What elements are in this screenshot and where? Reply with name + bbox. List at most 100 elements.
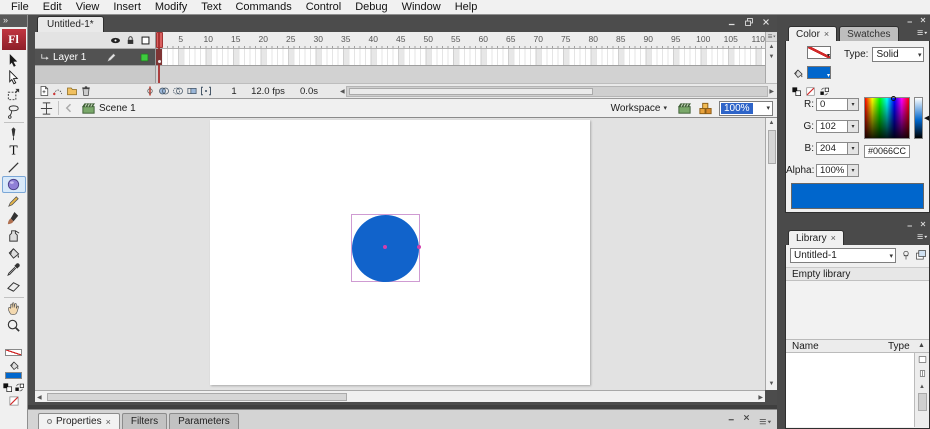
channel-value-field[interactable]: 204 (816, 141, 848, 155)
zoom-tool[interactable] (2, 317, 26, 334)
text-tool[interactable]: T (2, 142, 26, 159)
swap-colors-button[interactable] (14, 382, 25, 393)
tab-library[interactable]: Library × (788, 230, 844, 245)
channel-stepper-icon[interactable]: ▾ (848, 141, 859, 155)
edit-multiple-frames-icon[interactable] (186, 85, 198, 97)
menu-debug[interactable]: Debug (348, 1, 394, 13)
sort-order-icon[interactable]: ▲ (918, 342, 925, 349)
tab-close-icon[interactable]: × (824, 29, 829, 39)
delete-layer-icon[interactable] (80, 85, 92, 97)
insert-layer-folder-icon[interactable] (66, 85, 78, 97)
close-icon[interactable] (919, 220, 927, 228)
channel-stepper-icon[interactable]: ▾ (848, 119, 859, 133)
zoom-level-combo[interactable]: 100% ▾ (719, 100, 773, 116)
ink-bottle-tool[interactable] (2, 227, 26, 244)
library-document-select[interactable]: Untitled-1 ▾ (790, 248, 896, 263)
pin-library-icon[interactable] (900, 249, 912, 261)
insert-layer-icon[interactable] (38, 85, 50, 97)
center-frame-icon[interactable] (144, 85, 156, 97)
canvas-vertical-scrollbar[interactable]: ▲ ▼ (765, 118, 777, 390)
pen-tool[interactable] (2, 125, 26, 142)
black-white-button[interactable] (2, 382, 13, 393)
scroll-up-arrow[interactable]: ▲ (766, 42, 777, 52)
scene-name[interactable]: Scene 1 (99, 103, 136, 114)
tab-color[interactable]: Color × (788, 26, 838, 41)
brush-tool[interactable] (2, 210, 26, 227)
stroke-color-control[interactable]: ▾ (807, 46, 831, 59)
outline-all-layers-icon[interactable] (140, 35, 151, 46)
frames-scroll-thumb[interactable] (348, 87, 593, 95)
canvas-vscroll-thumb[interactable] (768, 130, 776, 164)
no-color-button[interactable] (8, 395, 20, 407)
line-tool[interactable] (2, 159, 26, 176)
black-white-button[interactable] (791, 86, 802, 97)
new-library-panel-icon[interactable] (915, 249, 927, 261)
close-icon[interactable] (761, 17, 771, 27)
free-transform-tool[interactable] (2, 86, 26, 103)
document-tab[interactable]: Untitled-1* (37, 16, 104, 32)
menu-text[interactable]: Text (194, 1, 228, 13)
edit-scene-icon[interactable] (677, 101, 692, 116)
menu-control[interactable]: Control (299, 1, 348, 13)
column-header-type[interactable]: Type (888, 341, 910, 352)
tab-close-icon[interactable]: × (106, 417, 111, 427)
tab-parameters[interactable]: Parameters (169, 413, 239, 429)
onion-skin-icon[interactable] (158, 85, 170, 97)
frame-rate-indicator[interactable]: 12.0 fps (244, 86, 292, 97)
menu-help[interactable]: Help (448, 1, 485, 13)
paint-bucket-tool[interactable] (2, 244, 26, 261)
channel-stepper-icon[interactable]: ▾ (848, 97, 859, 111)
show-hide-all-layers-icon[interactable] (110, 35, 121, 46)
canvas-area[interactable] (35, 118, 765, 390)
canvas-scroll-left-arrow[interactable]: ◀ (37, 394, 42, 401)
slider-arrow-icon[interactable]: ◀ (924, 114, 929, 122)
color-picker-gradient[interactable] (864, 97, 910, 139)
shape-edge-handle[interactable] (417, 245, 421, 249)
layer-row[interactable]: Layer 1 (35, 49, 155, 65)
pencil-tool[interactable] (2, 193, 26, 210)
menu-file[interactable]: File (4, 1, 36, 13)
close-icon[interactable] (919, 16, 927, 24)
onion-skin-outlines-icon[interactable] (172, 85, 184, 97)
frames-scroll-right-arrow[interactable]: ▶ (769, 88, 774, 95)
tab-properties[interactable]: Properties × (38, 413, 120, 429)
properties-panel-menu-icon[interactable] (758, 415, 772, 429)
type-select[interactable]: Solid ▾ (872, 47, 925, 62)
add-motion-guide-icon[interactable] (52, 85, 64, 97)
channel-value-field[interactable]: 102 (816, 119, 848, 133)
library-item-list[interactable] (786, 353, 914, 427)
lock-all-layers-icon[interactable] (125, 35, 136, 46)
selection-tool[interactable] (2, 52, 26, 69)
hex-value-field[interactable]: #0066CC (864, 145, 910, 158)
brightness-slider[interactable] (914, 97, 923, 139)
canvas-horizontal-scrollbar[interactable]: ◀ ▶ (35, 390, 765, 402)
fill-color-swatch[interactable] (5, 372, 22, 379)
color-panel-menu-icon[interactable] (916, 27, 928, 39)
channel-stepper-icon[interactable]: ▾ (848, 163, 859, 177)
menu-commands[interactable]: Commands (228, 1, 298, 13)
column-header-name[interactable]: Name (792, 341, 819, 352)
menu-view[interactable]: View (69, 1, 107, 13)
canvas-scroll-down-arrow[interactable]: ▼ (766, 379, 777, 390)
minimize-icon[interactable] (906, 220, 914, 228)
menu-modify[interactable]: Modify (148, 1, 194, 13)
frames-horizontal-scrollbar[interactable] (345, 85, 769, 97)
lasso-tool[interactable] (2, 103, 26, 120)
shape-center-handle[interactable] (383, 245, 387, 249)
edit-symbols-icon[interactable] (698, 101, 713, 116)
layer-frames-row[interactable] (156, 49, 765, 65)
frames-scroll-left-arrow[interactable]: ◀ (340, 88, 345, 95)
tab-close-icon[interactable]: × (831, 233, 836, 243)
canvas-scroll-up-arrow[interactable]: ▲ (766, 118, 777, 129)
oval-tool[interactable] (1, 176, 26, 193)
stroke-color-swatch[interactable] (5, 349, 22, 356)
no-color-button[interactable] (805, 86, 816, 97)
tab-filters[interactable]: Filters (121, 413, 168, 429)
modify-onion-markers-icon[interactable] (200, 85, 212, 97)
timeline-vertical-scrollbar[interactable]: ▲ ▼ (765, 32, 777, 83)
channel-value-field[interactable]: 100% (816, 163, 848, 177)
canvas-scroll-right-arrow[interactable]: ▶ (758, 394, 763, 401)
restore-icon[interactable] (744, 17, 754, 27)
eyedropper-tool[interactable] (2, 261, 26, 278)
library-scroll-up-arrow[interactable]: ▲ (915, 384, 929, 390)
